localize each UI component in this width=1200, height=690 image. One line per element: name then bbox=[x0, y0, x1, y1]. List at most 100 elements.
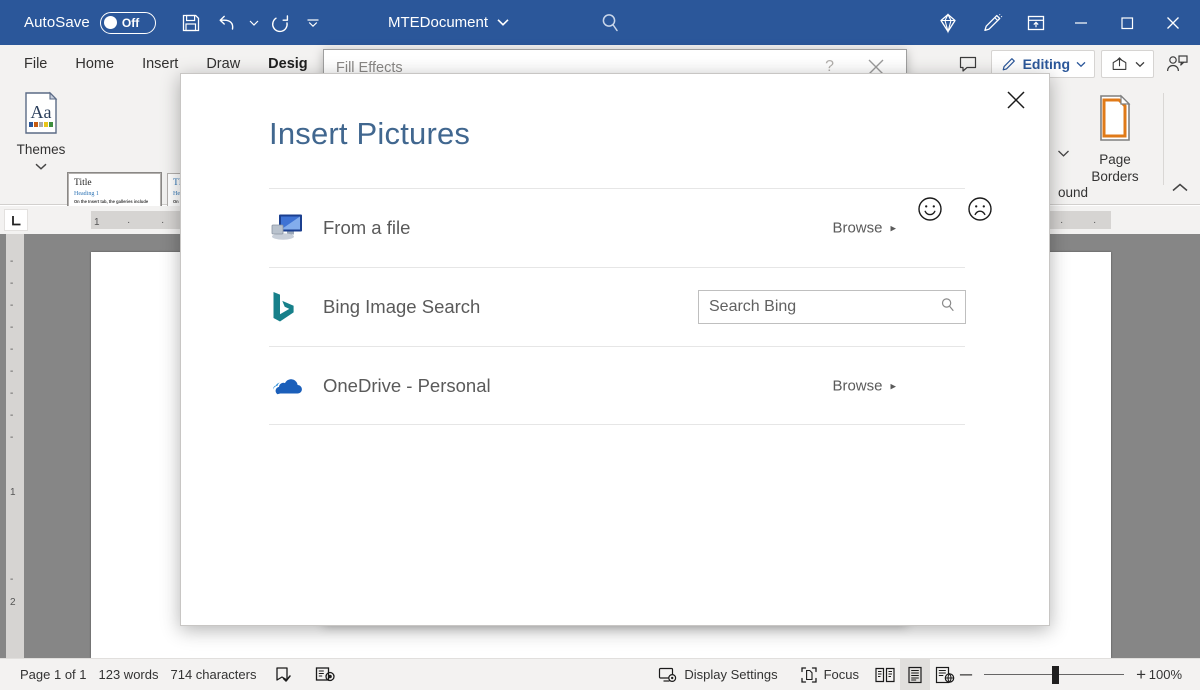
search-bing-box[interactable] bbox=[698, 290, 966, 324]
print-layout-icon[interactable] bbox=[900, 659, 930, 690]
svg-text:Aa: Aa bbox=[31, 102, 52, 122]
chevron-down-icon bbox=[1135, 61, 1145, 68]
word-count[interactable]: 123 words bbox=[99, 667, 159, 682]
autosave-state-label: Off bbox=[122, 16, 139, 30]
save-icon[interactable] bbox=[174, 7, 208, 39]
zoom-slider-thumb[interactable] bbox=[1052, 666, 1059, 684]
left-tab-stop-icon[interactable] bbox=[4, 209, 28, 231]
tab-file[interactable]: File bbox=[10, 45, 61, 83]
share-icon bbox=[1110, 55, 1129, 73]
customize-qat-icon[interactable] bbox=[300, 7, 326, 39]
close-button[interactable] bbox=[1150, 0, 1196, 45]
browse-button-from-a-file[interactable]: Browse ▸ bbox=[832, 220, 966, 237]
title-bar: AutoSave Off MTEDocument bbox=[0, 0, 1200, 45]
ruler-label: 2 bbox=[10, 597, 16, 608]
ruler-mark: 1 bbox=[94, 217, 100, 228]
redo-icon[interactable] bbox=[264, 7, 298, 39]
zoom-out-button[interactable]: ─ bbox=[960, 665, 972, 685]
source-label: Bing Image Search bbox=[323, 296, 480, 318]
title-bar-right-controls bbox=[926, 0, 1196, 45]
ruler-mark: · bbox=[161, 217, 164, 228]
maximize-button[interactable] bbox=[1104, 0, 1150, 45]
source-label: From a file bbox=[323, 217, 410, 239]
ruler-tick: - bbox=[10, 344, 13, 355]
page-title: Insert Pictures bbox=[269, 116, 470, 152]
source-row-onedrive-personal[interactable]: OneDrive - Personal Browse ▸ bbox=[269, 346, 965, 425]
zoom-level[interactable]: 100% bbox=[1146, 667, 1192, 682]
browse-button-onedrive[interactable]: Browse ▸ bbox=[832, 377, 966, 394]
minimize-button[interactable] bbox=[1058, 0, 1104, 45]
themes-group[interactable]: Aa Themes bbox=[6, 85, 76, 176]
tab-home[interactable]: Home bbox=[61, 45, 128, 83]
word-application-window: AutoSave Off MTEDocument bbox=[0, 0, 1200, 690]
diamond-icon[interactable] bbox=[926, 0, 970, 45]
source-row-bing-image-search[interactable]: Bing Image Search bbox=[269, 267, 965, 346]
sad-face-icon[interactable] bbox=[967, 196, 993, 227]
style-set-heading: Heading 1 bbox=[74, 191, 155, 197]
watermark-dropdown-icon[interactable] bbox=[1057, 145, 1070, 163]
page-borders-button[interactable]: Page Borders bbox=[1072, 87, 1158, 186]
zoom-in-button[interactable]: + bbox=[1136, 665, 1146, 685]
group-divider bbox=[1163, 93, 1164, 185]
document-title[interactable]: MTEDocument bbox=[388, 0, 509, 45]
ruler-tick: - bbox=[10, 278, 13, 289]
zoom-slider[interactable] bbox=[978, 659, 1130, 690]
ruler-tick: - bbox=[10, 366, 13, 377]
ruler-mark: · bbox=[1060, 217, 1063, 228]
themes-dropdown-icon[interactable] bbox=[6, 158, 76, 176]
focus-button[interactable]: Focus bbox=[789, 659, 870, 690]
bing-logo-icon bbox=[269, 290, 323, 324]
close-icon[interactable] bbox=[1005, 89, 1027, 116]
arrow-right-icon: ▸ bbox=[890, 222, 896, 235]
search-icon[interactable] bbox=[939, 296, 957, 319]
share-button[interactable] bbox=[1101, 50, 1154, 78]
chevron-down-icon bbox=[1076, 61, 1086, 68]
themes-label: Themes bbox=[6, 142, 76, 157]
ruler-tick: - bbox=[10, 574, 13, 585]
focus-label: Focus bbox=[824, 667, 859, 682]
display-settings-icon bbox=[658, 666, 678, 684]
page-info[interactable]: Page 1 of 1 bbox=[20, 667, 87, 682]
focus-icon bbox=[800, 666, 818, 684]
computer-monitor-icon bbox=[269, 212, 323, 244]
page-borders-label-line2: Borders bbox=[1072, 169, 1158, 186]
status-bar: Page 1 of 1 123 words 714 characters Dis… bbox=[0, 658, 1200, 690]
ruler-tick: - bbox=[10, 410, 13, 421]
ribbon-display-icon[interactable] bbox=[1014, 0, 1058, 45]
editing-label: Editing bbox=[1023, 56, 1070, 72]
document-title-label: MTEDocument bbox=[388, 14, 488, 31]
pencil-icon bbox=[1000, 56, 1017, 73]
pen-icon[interactable] bbox=[970, 0, 1014, 45]
page-borders-label-line1: Page bbox=[1072, 152, 1158, 169]
read-mode-icon[interactable] bbox=[870, 659, 900, 690]
ruler-tick: - bbox=[10, 388, 13, 399]
display-settings-label: Display Settings bbox=[684, 667, 777, 682]
autosave-control[interactable]: AutoSave Off bbox=[24, 12, 156, 34]
status-bar-right: Display Settings Focus ─ + 100% bbox=[647, 659, 1192, 690]
themes-aa-icon: Aa bbox=[6, 91, 76, 140]
browse-label: Browse bbox=[832, 377, 882, 394]
display-settings-button[interactable]: Display Settings bbox=[647, 659, 788, 690]
page-background-group-label: ound bbox=[1058, 185, 1088, 200]
character-count[interactable]: 714 characters bbox=[170, 667, 256, 682]
undo-icon[interactable] bbox=[210, 7, 244, 39]
status-bar-left: Page 1 of 1 123 words 714 characters bbox=[20, 659, 340, 690]
accessibility-icon[interactable] bbox=[310, 659, 340, 690]
ruler-label: 1 bbox=[10, 487, 16, 498]
web-layout-icon[interactable] bbox=[930, 659, 960, 690]
proofing-check-icon[interactable] bbox=[268, 659, 298, 690]
search-input[interactable] bbox=[709, 298, 939, 316]
ruler-tick: - bbox=[10, 322, 13, 333]
insert-pictures-source-list: From a file Browse ▸ Bing Image Search bbox=[269, 188, 965, 425]
quick-access-toolbar bbox=[174, 7, 326, 39]
collapse-ribbon-button[interactable] bbox=[1170, 181, 1190, 200]
share-people-icon[interactable] bbox=[1160, 49, 1194, 79]
ruler-mark: · bbox=[127, 217, 130, 228]
undo-dropdown-icon[interactable] bbox=[246, 7, 262, 39]
search-icon[interactable] bbox=[598, 0, 624, 45]
vertical-ruler[interactable]: - - - - - - - - - 1 - 2 bbox=[6, 234, 24, 658]
insert-pictures-dialog[interactable]: Insert Pictures From a file Browse bbox=[180, 73, 1050, 626]
ruler-tick: - bbox=[10, 300, 13, 311]
autosave-toggle[interactable]: Off bbox=[100, 12, 156, 34]
source-row-from-a-file[interactable]: From a file Browse ▸ bbox=[269, 188, 965, 267]
